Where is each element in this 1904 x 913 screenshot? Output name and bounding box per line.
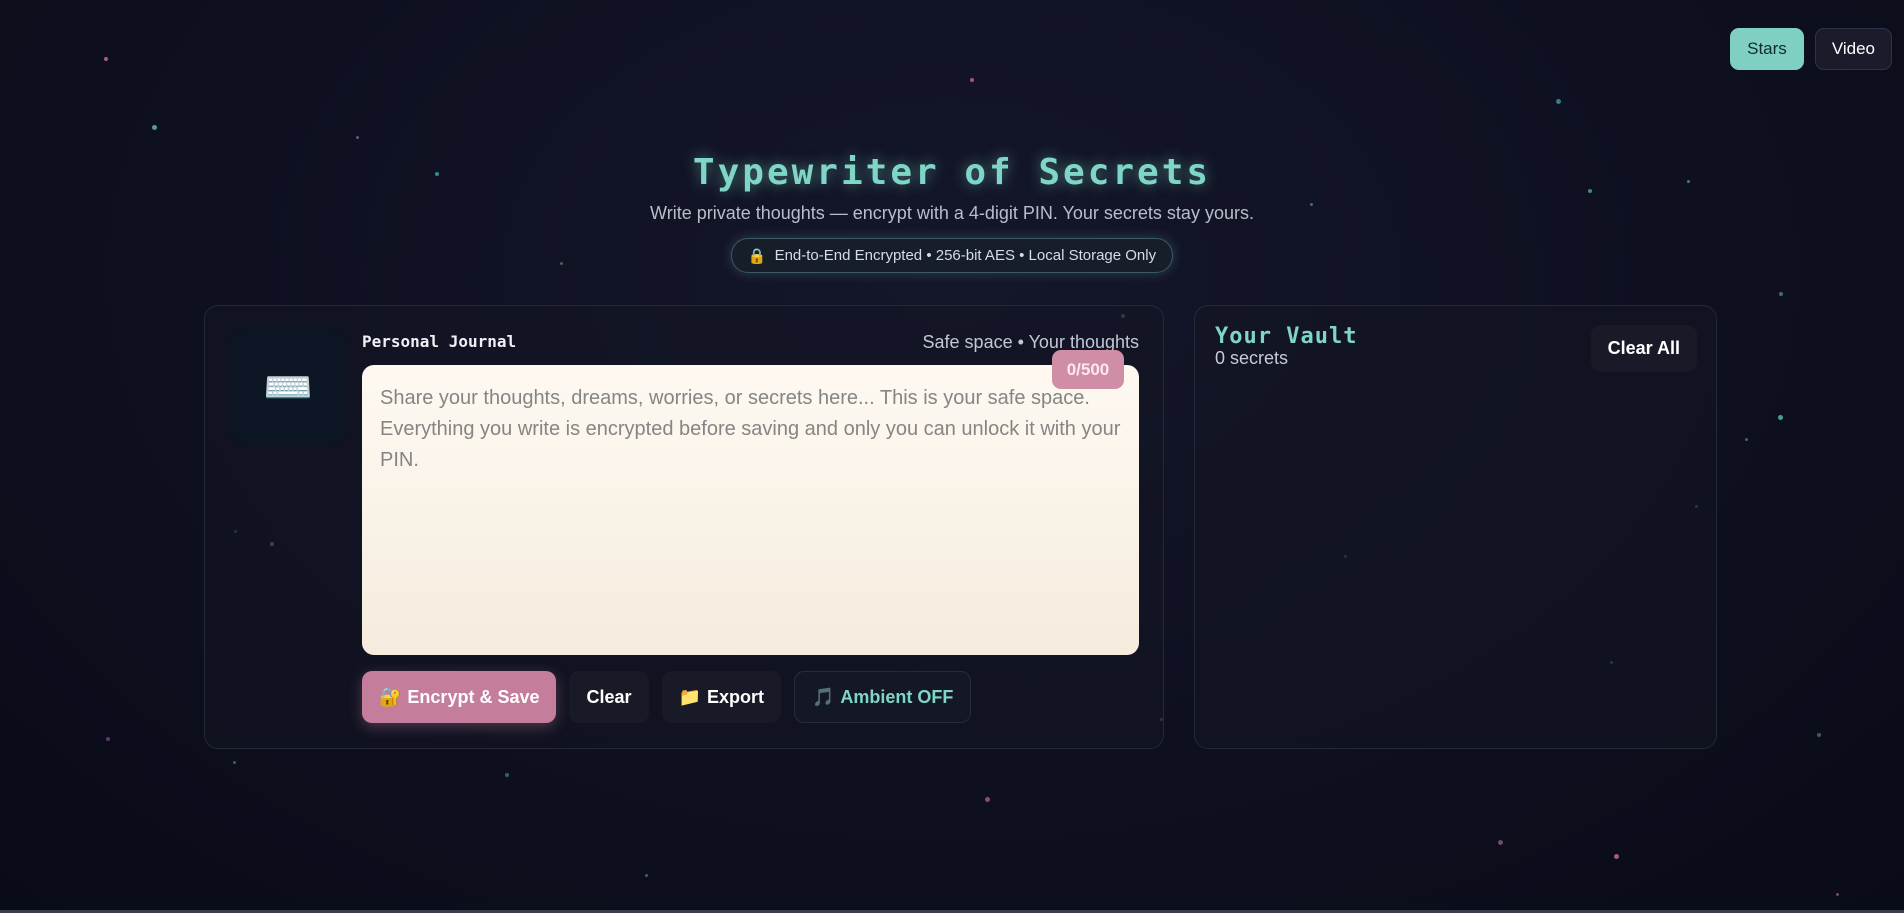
page-subtitle: Write private thoughts — encrypt with a … bbox=[650, 203, 1254, 223]
journal-textarea[interactable] bbox=[378, 381, 1127, 643]
lock-key-icon: 🔐 bbox=[379, 686, 402, 707]
clear-all-button[interactable]: Clear All bbox=[1590, 325, 1697, 372]
encrypt-save-button[interactable]: 🔐 Encrypt & Save bbox=[362, 671, 557, 723]
keyboard-icon: ⌨️ bbox=[231, 330, 345, 444]
character-counter: 0/500 bbox=[1052, 350, 1124, 389]
journal-title: Personal Journal bbox=[362, 332, 517, 351]
journal-editor bbox=[362, 365, 1139, 655]
stars-button[interactable]: Stars bbox=[1730, 28, 1804, 70]
background-toggle: Stars Video bbox=[1730, 28, 1892, 70]
export-button[interactable]: 📁 Export bbox=[661, 671, 781, 723]
video-button[interactable]: Video bbox=[1814, 28, 1892, 70]
music-note-icon: 🎵 bbox=[811, 686, 835, 707]
export-label: Export bbox=[706, 686, 764, 707]
security-badge-text: End-to-End Encrypted • 256-bit AES • Loc… bbox=[774, 247, 1157, 264]
ambient-toggle-button[interactable]: 🎵 Ambient OFF bbox=[793, 671, 972, 723]
journal-actions: 🔐 Encrypt & Save Clear 📁 Export 🎵 Ambien… bbox=[362, 671, 972, 723]
page-header: Typewriter of Secrets Write private thou… bbox=[0, 152, 1904, 273]
security-badge: 🔒 End-to-End Encrypted • 256-bit AES • L… bbox=[730, 238, 1174, 273]
journal-panel: ⌨️ Personal Journal Safe space • Your th… bbox=[204, 305, 1164, 749]
vault-count: 0 secrets bbox=[1215, 348, 1289, 368]
lock-icon: 🔒 bbox=[747, 247, 767, 265]
vault-title: Your Vault bbox=[1215, 324, 1358, 349]
folder-icon: 📁 bbox=[678, 686, 701, 707]
clear-button[interactable]: Clear bbox=[569, 671, 649, 723]
ambient-label: Ambient OFF bbox=[840, 686, 954, 707]
vault-panel: Your Vault 0 secrets Clear All bbox=[1194, 305, 1717, 749]
page-title: Typewriter of Secrets bbox=[692, 152, 1212, 193]
encrypt-save-label: Encrypt & Save bbox=[407, 686, 540, 707]
